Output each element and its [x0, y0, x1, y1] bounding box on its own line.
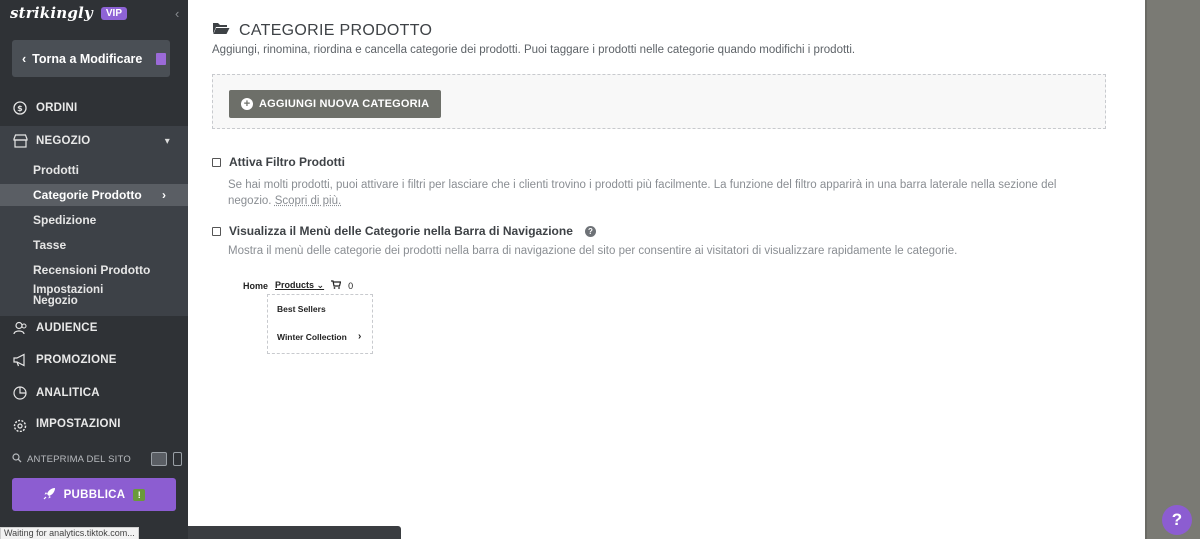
gear-icon: [12, 418, 28, 432]
nav-item-label: IMPOSTAZIONI: [36, 418, 121, 430]
chevron-left-icon: ‹: [22, 51, 27, 66]
question-circle-icon[interactable]: ?: [584, 225, 596, 237]
publish-button[interactable]: PUBBLICA !: [12, 478, 176, 511]
preview-navbar: Home Products ⌄ 0: [243, 280, 353, 291]
preview-cart-count: 0: [348, 280, 354, 291]
page-icon: [156, 52, 167, 65]
right-gutter: [1145, 0, 1200, 539]
add-category-button[interactable]: + AGGIUNGI NUOVA CATEGORIA: [229, 90, 442, 118]
nav-item-label: PROMOZIONE: [36, 354, 117, 366]
sidebar-item-product-categories[interactable]: Categorie Prodotto ›: [0, 184, 188, 206]
sidebar-item-label: Recensioni Prodotto: [33, 263, 151, 277]
publish-button-label: PUBBLICA: [63, 488, 126, 501]
chevron-down-icon: ▾: [164, 135, 170, 147]
nav-menu-option-label: Visualizza il Menù delle Categorie nella…: [229, 224, 573, 238]
gutter-edge: [1145, 0, 1147, 539]
nav-item-label: ANALITICA: [36, 387, 100, 399]
nav-item-label: AUDIENCE: [36, 322, 98, 334]
megaphone-icon: [12, 352, 28, 368]
dollar-circle-icon: $: [12, 100, 28, 116]
preview-products-label: Products: [275, 280, 315, 290]
pie-chart-icon: [12, 385, 28, 401]
page-title-text: CATEGORIE PRODOTTO: [239, 21, 433, 39]
cart-icon: [331, 280, 342, 291]
site-preview-label[interactable]: ANTEPRIMA DEL SITO: [27, 454, 131, 465]
store-icon: [12, 133, 28, 149]
sidebar-item-taxes[interactable]: Tasse: [0, 234, 188, 256]
browser-status-bar: Waiting for analytics.tiktok.com...: [0, 527, 139, 539]
sidebar-item-label: Negozio: [33, 295, 78, 307]
filter-option-description: Se hai molti prodotti, puoi attivare i f…: [228, 177, 1078, 209]
chevron-down-icon: ⌄: [316, 280, 325, 290]
svg-text:$: $: [17, 104, 23, 113]
preview-dropdown: Best Sellers Winter Collection ›: [267, 294, 373, 354]
mobile-preview-icon[interactable]: [173, 452, 182, 466]
search-icon: [12, 452, 22, 466]
preview-dropdown-item: Best Sellers: [277, 304, 326, 314]
warning-badge: !: [133, 488, 146, 501]
nav-item-shop[interactable]: NEGOZIO ▾: [0, 126, 188, 156]
nav-item-audience[interactable]: AUDIENCE: [0, 313, 188, 343]
sidebar-item-label: Spedizione: [33, 213, 97, 227]
nav-item-orders[interactable]: $ ORDINI: [0, 93, 188, 123]
sidebar-item-shop-settings[interactable]: Impostazioni Negozio: [0, 283, 188, 309]
collapse-sidebar-icon[interactable]: ‹: [175, 6, 179, 21]
sidebar-item-product-reviews[interactable]: Recensioni Prodotto: [0, 259, 188, 281]
desktop-preview-icon[interactable]: [151, 452, 167, 466]
chevron-right-icon: ›: [358, 331, 362, 342]
nav-menu-option-row: Visualizza il Menù delle Categorie nella…: [212, 224, 596, 238]
filter-option-label: Attiva Filtro Prodotti: [229, 155, 345, 169]
brand: strikingly VIP: [10, 4, 127, 22]
nav-item-label: ORDINI: [36, 102, 78, 114]
nav-item-analytics[interactable]: ANALITICA: [0, 378, 188, 408]
nav-menu-checkbox[interactable]: [212, 226, 221, 236]
preview-home-link: Home: [243, 280, 269, 291]
site-preview-row: ANTEPRIMA DEL SITO: [12, 452, 182, 466]
nav-item-promotion[interactable]: PROMOZIONE: [0, 345, 188, 375]
back-to-editor-button[interactable]: ‹ Torna a Modificare: [12, 40, 170, 77]
sidebar-item-label: Tasse: [33, 238, 67, 252]
strikingly-logo: strikingly: [10, 4, 93, 22]
add-category-panel: + AGGIUNGI NUOVA CATEGORIA: [212, 74, 1106, 129]
add-category-label: AGGIUNGI NUOVA CATEGORIA: [259, 98, 430, 110]
sidebar-item-label: Prodotti: [33, 163, 79, 177]
people-icon: [12, 320, 28, 336]
filter-checkbox[interactable]: [212, 157, 221, 167]
help-button[interactable]: ?: [1162, 505, 1192, 535]
chevron-right-icon: ›: [162, 188, 166, 202]
page-subtitle: Aggiungi, rinomina, riordina e cancella …: [212, 44, 856, 56]
nav-menu-option-description: Mostra il menù delle categorie dei prodo…: [228, 245, 958, 257]
sidebar: strikingly VIP ‹ ‹ Torna a Modificare $ …: [0, 0, 188, 539]
sidebar-item-shipping[interactable]: Spedizione: [0, 209, 188, 231]
rocket-icon: [43, 487, 56, 503]
filter-option-row: Attiva Filtro Prodotti: [212, 155, 345, 169]
nav-item-label: NEGOZIO: [36, 135, 91, 147]
page-title: CATEGORIE PRODOTTO: [212, 21, 432, 40]
learn-more-link[interactable]: Scopri di più.: [275, 195, 341, 207]
category-menu-preview: Home Products ⌄ 0 Best Sellers Winter Co…: [243, 280, 373, 354]
main-content: CATEGORIE PRODOTTO Aggiungi, rinomina, r…: [188, 0, 1145, 539]
vip-badge: VIP: [100, 6, 127, 20]
plus-circle-icon: +: [241, 98, 253, 110]
preview-products-link: Products ⌄: [275, 280, 324, 291]
preview-dropdown-item: Winter Collection: [277, 332, 347, 342]
back-button-label: Torna a Modificare: [32, 51, 143, 66]
sidebar-item-label: Categorie Prodotto: [33, 188, 142, 202]
shop-submenu: Prodotti Categorie Prodotto › Spedizione…: [0, 156, 188, 316]
folder-open-icon: [212, 21, 230, 40]
filter-description-text: Se hai molti prodotti, puoi attivare i f…: [228, 179, 1057, 207]
nav-item-settings[interactable]: IMPOSTAZIONI: [0, 410, 188, 432]
sidebar-item-products[interactable]: Prodotti: [0, 159, 188, 181]
